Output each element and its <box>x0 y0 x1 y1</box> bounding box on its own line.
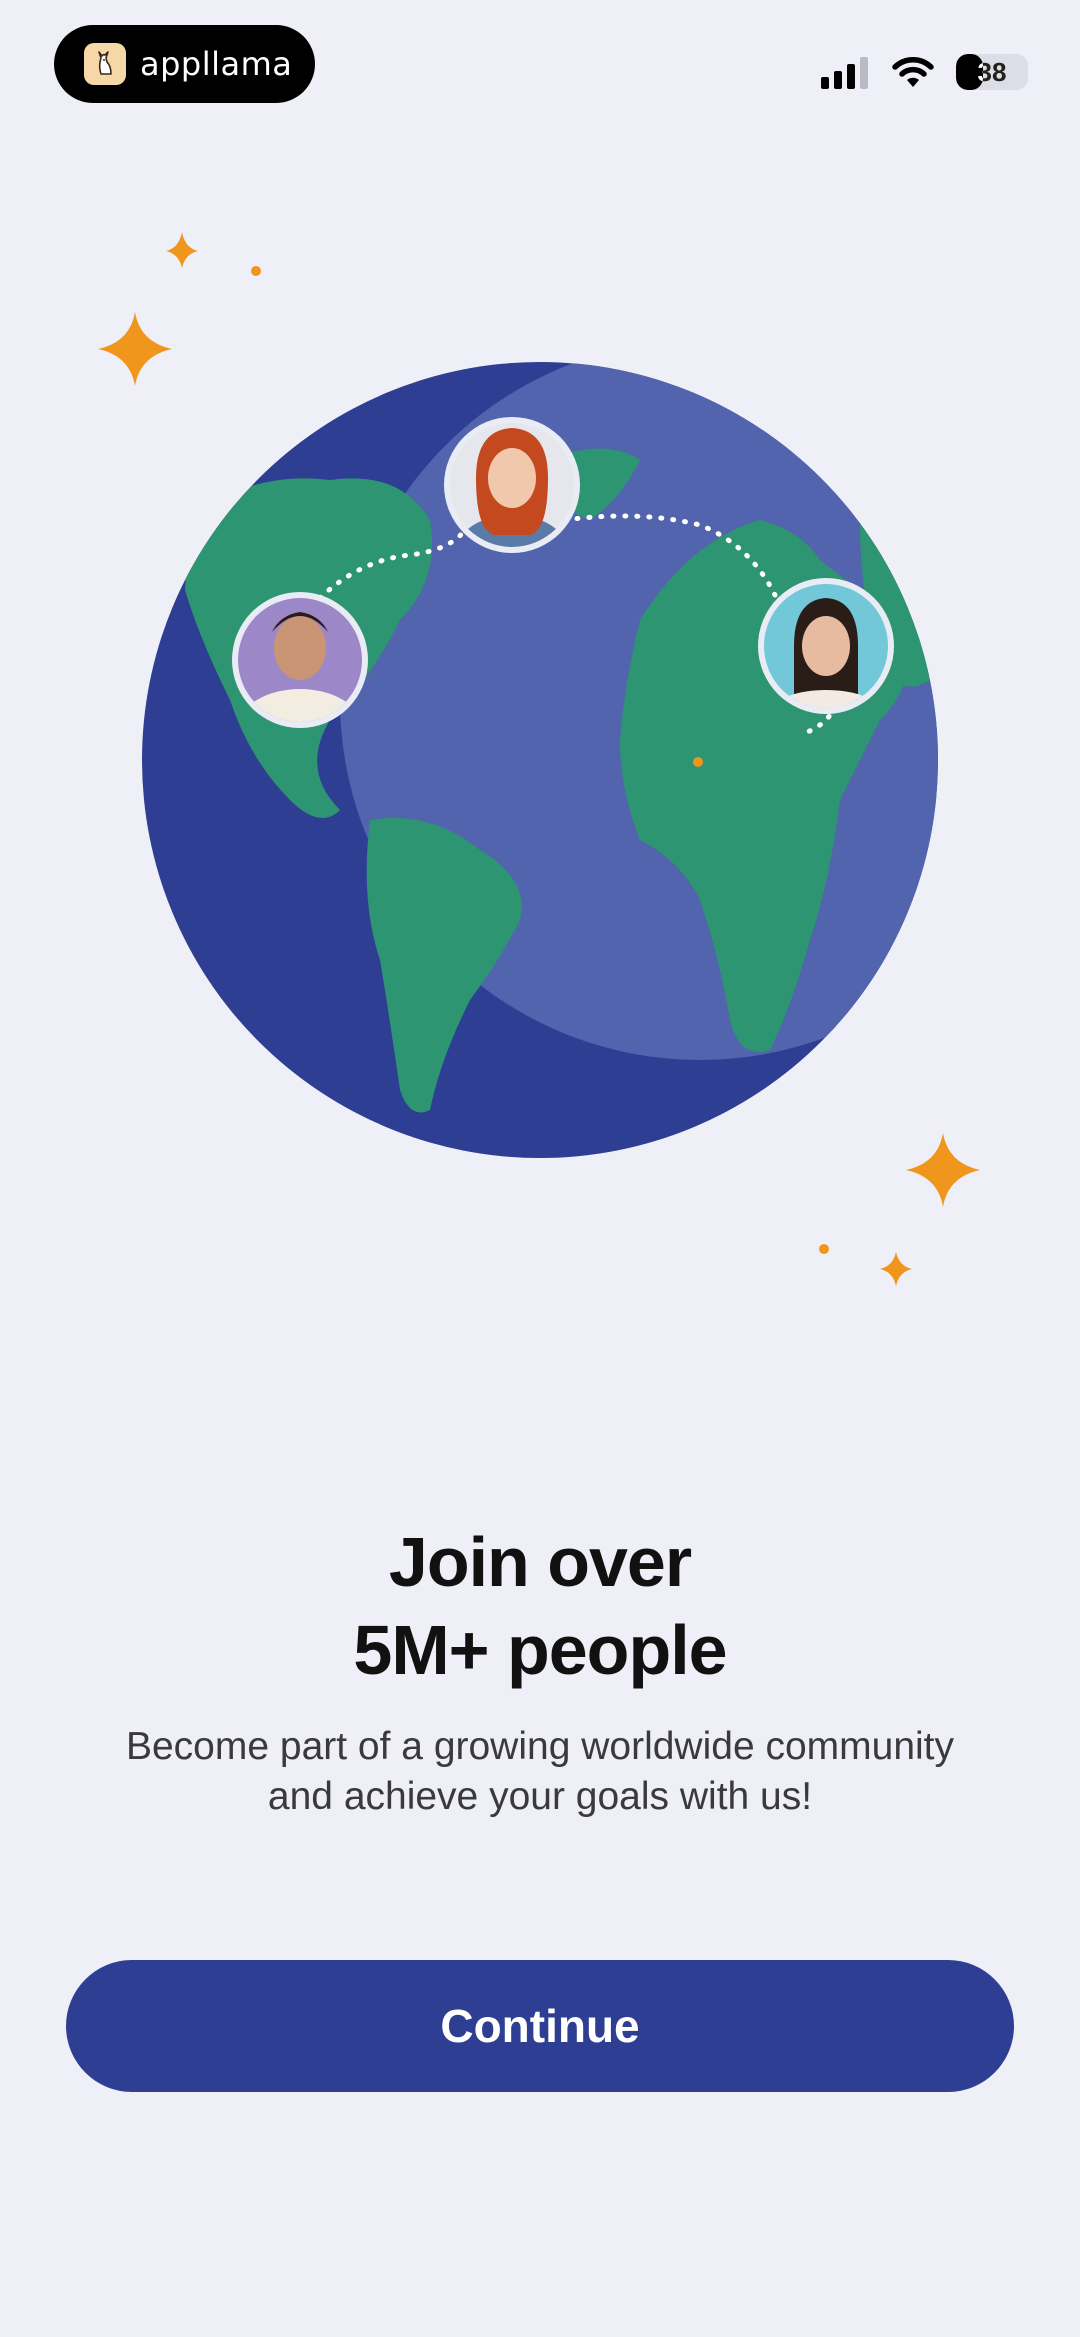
headline-line-1: Join over <box>388 1523 692 1601</box>
subtitle: Become part of a growing worldwide commu… <box>60 1722 1020 1822</box>
globe-icon <box>142 362 938 1158</box>
continue-button[interactable]: Continue <box>66 1960 1014 2092</box>
subtitle-line-1: Become part of a growing worldwide commu… <box>125 1725 955 1768</box>
globe-illustration <box>98 232 980 1286</box>
headline-line-2: 5M+ people <box>353 1611 727 1689</box>
subtitle-line-2: and achieve your goals with us! <box>267 1775 813 1818</box>
headline: Join over 5M+ people <box>0 1518 1080 1694</box>
